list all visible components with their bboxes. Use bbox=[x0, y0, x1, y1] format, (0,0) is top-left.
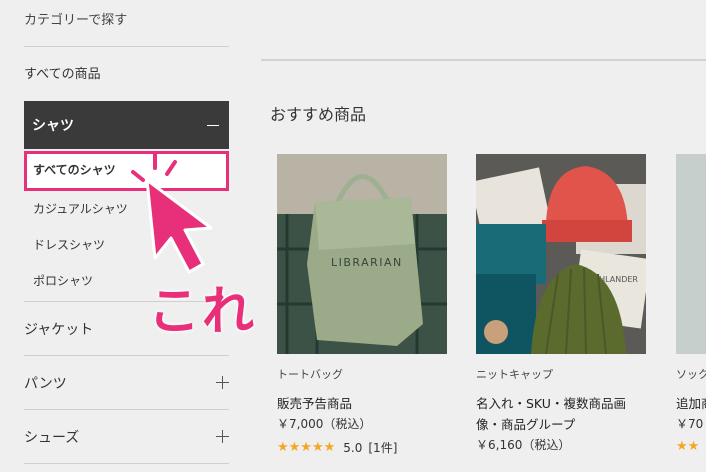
sidebar-item-label: シャツ bbox=[32, 118, 74, 134]
sidebar-item-pants[interactable]: パンツ bbox=[24, 355, 229, 409]
product-name[interactable]: 追加商 bbox=[676, 393, 706, 414]
product-rating: ★★★★★ 5.0 [1件] bbox=[277, 439, 447, 456]
divider bbox=[261, 59, 706, 61]
expand-plus-icon[interactable] bbox=[216, 376, 229, 389]
product-name[interactable]: 名入れ・SKU・複数商品画像・商品グループ bbox=[476, 393, 646, 435]
tote-print-text: LIBRARIAN bbox=[331, 256, 403, 269]
product-category: ソック bbox=[676, 368, 706, 381]
sidebar-item-label: ジャケット bbox=[24, 321, 94, 338]
callout-annotation: これ bbox=[148, 282, 257, 342]
rating-value: 5.0 bbox=[343, 440, 363, 455]
product-image-knit-cap[interactable]: SHLANDER bbox=[476, 154, 646, 354]
product-rating: ★★ bbox=[676, 439, 706, 454]
sidebar-item-label: シューズ bbox=[24, 429, 80, 446]
product-image-socks[interactable] bbox=[676, 154, 706, 354]
expand-plus-icon[interactable] bbox=[216, 430, 229, 443]
product-category: トートバッグ bbox=[277, 368, 343, 381]
collapse-minus-icon[interactable] bbox=[207, 124, 219, 126]
review-count[interactable]: [1件] bbox=[368, 439, 397, 456]
sidebar-divider bbox=[24, 463, 229, 464]
product-card[interactable]: LIBRARIAN トートバッグ 販売予告商品 ￥7,000（税込） ★★★★★… bbox=[277, 154, 447, 456]
product-card[interactable]: ソック 追加商 ￥70 ★★ bbox=[676, 154, 706, 454]
sidebar-item-shoes[interactable]: シューズ bbox=[24, 409, 229, 463]
hand-pointer-icon bbox=[131, 152, 213, 274]
product-card[interactable]: SHLANDER ニットキャップ 名入れ・SKU・複数商品画像・商品グループ ￥… bbox=[476, 154, 646, 455]
product-price: ￥70 bbox=[676, 417, 704, 431]
product-price: ￥7,000（税込） bbox=[277, 417, 372, 431]
sidebar-item-label: パンツ bbox=[24, 375, 67, 392]
sidebar-item-all-products[interactable]: すべての商品 bbox=[24, 47, 229, 101]
star-rating-icon: ★★ bbox=[676, 439, 700, 454]
sidebar-heading: カテゴリーで探す bbox=[24, 0, 229, 47]
product-category: ニットキャップ bbox=[476, 368, 553, 381]
star-rating-icon: ★★★★★ bbox=[277, 440, 336, 455]
product-price: ￥6,160（税込） bbox=[476, 438, 571, 452]
product-image-tote-bag[interactable]: LIBRARIAN bbox=[277, 154, 447, 354]
section-title: おすすめ商品 bbox=[270, 105, 367, 124]
product-name[interactable]: 販売予告商品 bbox=[277, 393, 447, 414]
sidebar-item-shirts[interactable]: シャツ bbox=[24, 101, 229, 149]
